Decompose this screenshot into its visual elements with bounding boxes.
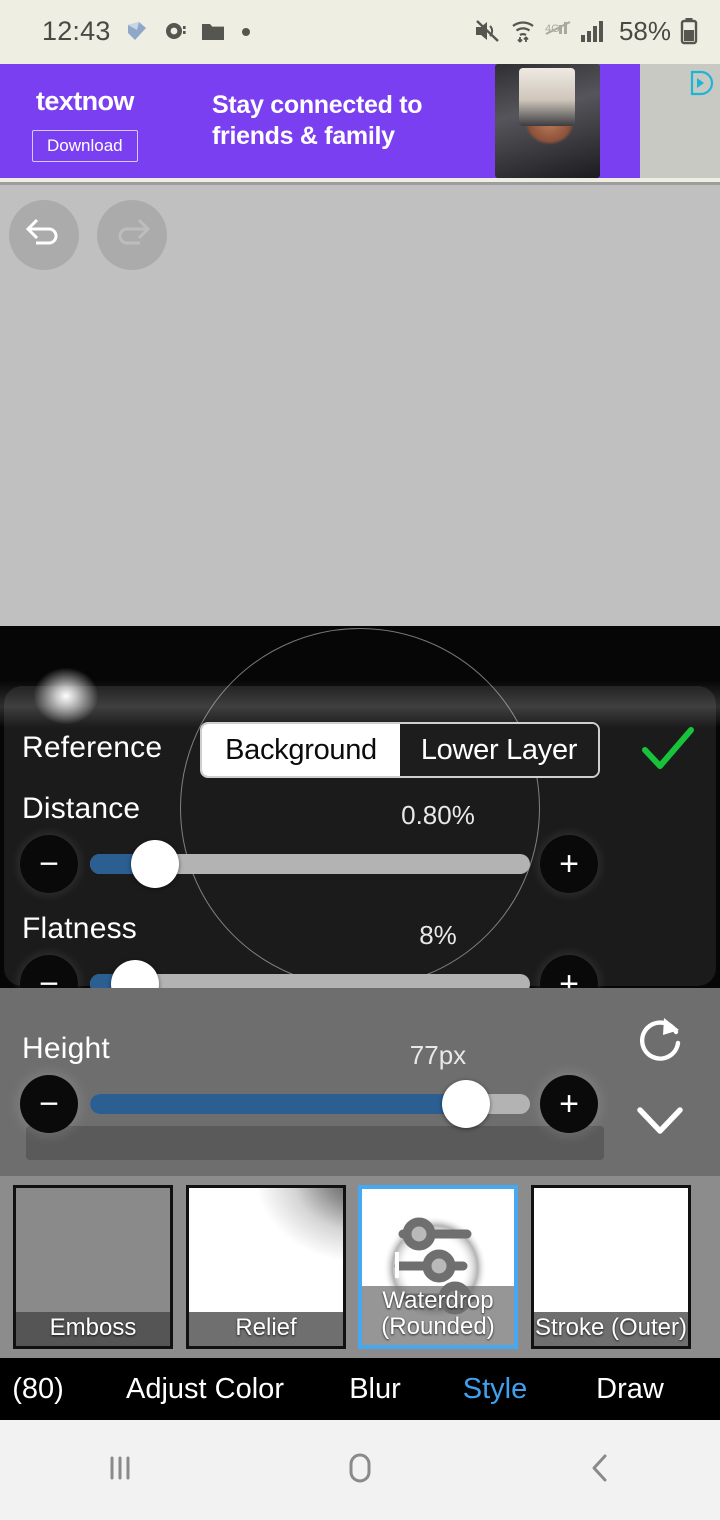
effect-panel-lower (0, 988, 720, 1176)
undo-button[interactable] (9, 200, 79, 270)
effect-panel-lower-card (4, 988, 716, 1170)
ad-banner[interactable]: textnow Download Stay connected to frien… (0, 64, 640, 178)
status-bar-left: 12:43 (42, 16, 253, 47)
ad-headline-line2: friends & family (212, 122, 395, 151)
flatness-label: Flatness (22, 912, 137, 945)
reference-toggle[interactable]: Background Lower Layer (200, 722, 600, 778)
preset-stroke-label: Stroke (Outer) (534, 1312, 688, 1346)
wifi-icon (510, 18, 536, 44)
distance-plus-button[interactable]: + (540, 835, 598, 893)
preset-emboss[interactable]: Emboss (13, 1185, 173, 1349)
mobile-data-off-icon: 4G (545, 20, 571, 42)
reference-option-lower-layer[interactable]: Lower Layer (400, 724, 598, 776)
ad-download-button[interactable]: Download (32, 130, 138, 162)
collapse-button[interactable] (632, 1098, 688, 1147)
preset-emboss-label: Emboss (16, 1312, 170, 1346)
screen: 12:43 4G 58% textnow Download Stay conne… (0, 0, 720, 1520)
preset-relief[interactable]: Relief (186, 1185, 346, 1349)
reset-button[interactable] (632, 1012, 688, 1073)
adchoices-icon[interactable] (688, 70, 714, 96)
confirm-button[interactable] (640, 724, 696, 776)
tab-adjust-color[interactable]: Adjust Color (90, 1373, 320, 1406)
dot-notification-icon (239, 24, 253, 38)
distance-value: 0.80% (401, 800, 475, 830)
ad-brand-bold: now (81, 86, 135, 116)
tab-blur[interactable]: Blur (320, 1373, 430, 1406)
camera-notification-icon (163, 19, 187, 43)
tab-draw[interactable]: Draw (560, 1373, 700, 1406)
distance-slider-thumb[interactable] (131, 840, 179, 888)
ad-container: textnow Download Stay connected to frien… (0, 62, 720, 182)
battery-percent: 58% (618, 15, 671, 46)
canvas-area[interactable] (0, 182, 720, 626)
ad-brand-text: text (36, 86, 82, 116)
signal-bars-icon (580, 19, 606, 43)
height-slider-fill (90, 1094, 460, 1114)
app-notification-icon (125, 19, 149, 43)
ad-brand-logo: textnow (36, 86, 134, 117)
system-nav-bar[interactable] (0, 1420, 720, 1520)
home-button[interactable] (315, 1440, 405, 1500)
recents-button[interactable] (75, 1440, 165, 1500)
status-bar: 12:43 4G 58% (0, 0, 720, 62)
tab-style[interactable]: Style (430, 1373, 560, 1406)
ad-headline-line1: Stay connected to (212, 91, 423, 119)
ad-right-filler (640, 64, 720, 178)
redo-button[interactable] (97, 200, 167, 270)
next-setting-row-partial[interactable] (26, 1126, 604, 1160)
height-plus-button[interactable]: + (540, 1075, 598, 1133)
flatness-value: 8% (419, 920, 457, 950)
height-slider-thumb[interactable] (442, 1080, 490, 1128)
folder-notification-icon (201, 20, 225, 42)
canvas-top-divider (0, 182, 720, 185)
tab-opacity[interactable]: (80) (0, 1373, 90, 1406)
home-icon (340, 1448, 380, 1493)
reference-label: Reference (22, 731, 163, 764)
ad-headline: Stay connected to friends & family (212, 90, 423, 153)
height-value: 77px (409, 1040, 467, 1070)
preset-waterdrop-rounded[interactable]: Waterdrop (Rounded) (358, 1185, 518, 1349)
preset-waterdrop-label: Waterdrop (Rounded) (362, 1286, 514, 1345)
recents-icon (100, 1450, 140, 1491)
status-clock: 12:43 (42, 15, 111, 46)
back-icon (582, 1448, 618, 1493)
mute-icon (473, 18, 501, 44)
battery-icon (680, 17, 698, 45)
undo-arrow-icon (23, 216, 65, 255)
bottom-tab-bar[interactable]: (80) Adjust Color Blur Style Draw (0, 1358, 720, 1420)
redo-arrow-icon (111, 216, 153, 255)
height-label: Height (22, 1032, 110, 1065)
back-button[interactable] (555, 1440, 645, 1500)
preset-stroke-outer[interactable]: Stroke (Outer) (531, 1185, 691, 1349)
reference-option-background[interactable]: Background (202, 724, 400, 776)
style-preset-strip[interactable]: Emboss Relief Waterdrop (Rounded) Stroke… (0, 1176, 720, 1358)
distance-minus-button[interactable]: − (20, 835, 78, 893)
height-minus-button[interactable]: − (20, 1075, 78, 1133)
preset-relief-label: Relief (189, 1312, 343, 1346)
distance-label: Distance (22, 792, 141, 825)
status-bar-right: 4G 58% (473, 16, 698, 47)
ad-photo (495, 64, 600, 178)
